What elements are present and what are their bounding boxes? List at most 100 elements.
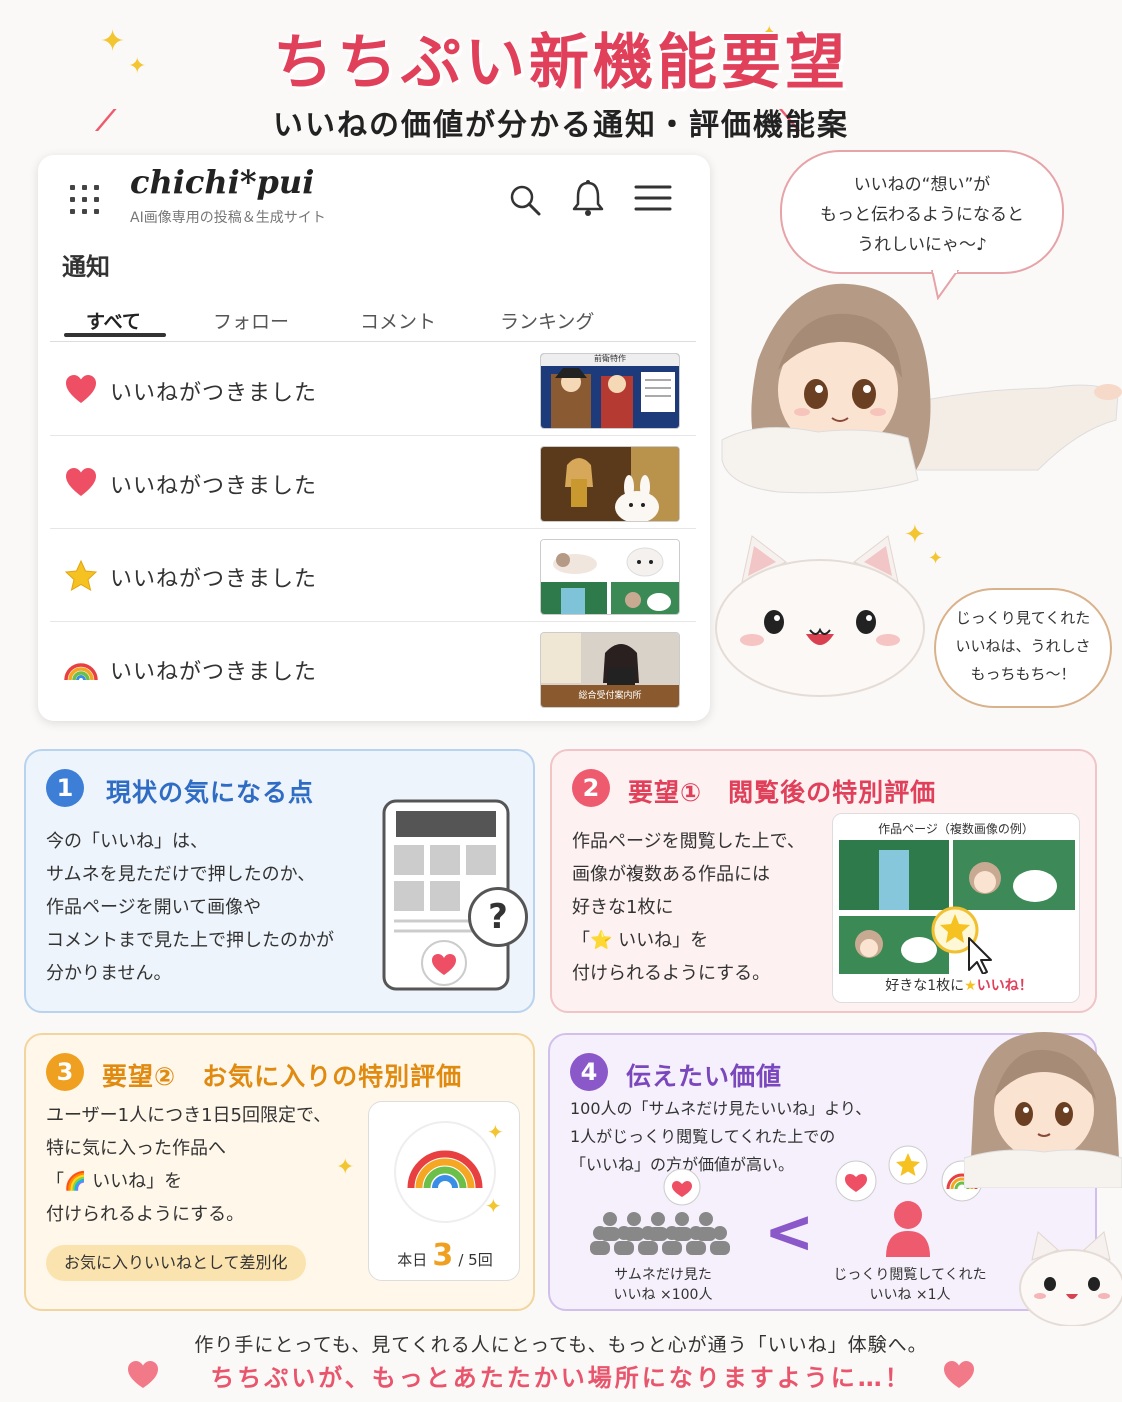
body-line: 100人の「サムネだけ見たいいね」より、 [570, 1099, 872, 1118]
sparkle-icon: ✦ [487, 1120, 504, 1144]
body-line: コメントまで見た上で押したのかが [46, 930, 334, 951]
current-issue-card: 1 現状の気になる点 今の「いいね」は、 サムネを見ただけで押したのか、 作品ペ… [24, 749, 535, 1013]
mochi-cat-illustration [715, 535, 925, 697]
tab-comment[interactable]: コメント [360, 307, 436, 334]
body-line: サムネを見ただけで押したのか、 [46, 864, 316, 885]
card-title: 要望① 閲覧後の特別評価 [628, 778, 937, 807]
girl-peeking-illustration [964, 1032, 1122, 1188]
note-text: 好きな1枚に [885, 978, 965, 994]
artwork-thumbnail[interactable] [540, 353, 680, 429]
heart-icon [64, 466, 98, 500]
step-number: 1 [46, 769, 84, 807]
body-line: 付けられるようにする。 [46, 1204, 245, 1225]
card-body: ユーザー1人につき1日5回限定で、 特に気に入った作品へ 「🌈 いいね」を 付け… [46, 1099, 331, 1231]
thumbnail-caption: 前衛特作 [594, 354, 626, 363]
bell-icon[interactable] [571, 179, 605, 221]
search-icon[interactable] [508, 183, 542, 221]
counter-text: 本日 3 / 5回 [369, 1238, 521, 1273]
girl-illustration [721, 283, 1122, 494]
body-line: 分かりません。 [46, 963, 172, 984]
body-line: 特に気に入った作品へ [46, 1138, 226, 1159]
body-line: 「⭐ いいね」を [572, 930, 709, 951]
tab-follow[interactable]: フォロー [213, 307, 289, 334]
notification-item[interactable]: いいねがつきました [50, 436, 696, 529]
body-line: 画像が複数ある作品には [572, 864, 770, 885]
comparison-symbol: < [764, 1197, 815, 1267]
body-line: 好きな1枚に [572, 897, 674, 918]
sparkle-icon: ✦ [336, 1155, 355, 1180]
example-caption: 作品ページ（複数画像の例） [878, 822, 1034, 836]
bubble-line: うれしいにゃ〜♪ [857, 235, 987, 255]
request-1-card: 2 要望① 閲覧後の特別評価 作品ページを閲覧した上で、 画像が複数ある作品には… [550, 749, 1097, 1013]
counter-label: 本日 [397, 1251, 428, 1269]
star-icon [64, 559, 98, 593]
card-body: 作品ページを閲覧した上で、 画像が複数ある作品には 好きな1枚に 「⭐ いいね」… [572, 825, 805, 990]
thumbnail-caption: 総合受付案内所 [578, 691, 642, 701]
artwork-thumbnail[interactable] [540, 539, 680, 615]
notification-item[interactable]: いいねがつきました [50, 529, 696, 622]
site-tagline: AI画像専用の投稿＆生成サイト [130, 210, 326, 226]
step-number: 3 [46, 1053, 84, 1091]
page-title: ちちぷい新機能要望 [273, 28, 849, 98]
notification-text: いいねがつきました [110, 660, 318, 685]
card-body: 今の「いいね」は、 サムネを見ただけで押したのか、 作品ページを開いて画像や コ… [46, 825, 334, 990]
bubble-line: じっくり見てくれた [955, 609, 1091, 627]
caption-line: いいね ×1人 [869, 1287, 951, 1303]
body-line: 1人がじっくり閲覧してくれた上での [570, 1127, 836, 1146]
artwork-page-example: 作品ページ（複数画像の例） 好きな1枚に★いいね！ [832, 813, 1080, 1003]
sparkle-icon: ✦ [485, 1194, 502, 1218]
active-tab-indicator [64, 333, 166, 337]
caption-line: じっくり閲覧してくれた [833, 1267, 987, 1283]
bubble-line: いいねの“想い”が [853, 175, 991, 195]
body-line: 作品ページを開いて画像や [46, 897, 262, 918]
heart-icon [64, 373, 98, 407]
bubble-line: もっと伝わるようになると [820, 205, 1024, 225]
page-subtitle: いいねの価値が分かる通知・評価機能案 [273, 108, 849, 143]
question-mark-icon: ? [468, 887, 528, 947]
rainbow-icon [64, 652, 98, 686]
artwork-thumbnail[interactable] [540, 446, 680, 522]
note-highlight: いいね！ [976, 978, 1033, 994]
tab-ranking[interactable]: ランキング [500, 307, 594, 334]
notification-item[interactable]: いいねがつきました 総合受付案内所 [50, 622, 696, 715]
app-grid-icon[interactable] [70, 185, 100, 215]
caption-line: いいね ×100人 [613, 1287, 713, 1303]
body-line: 付けられるようにする。 [572, 963, 771, 984]
sparkle-icon: ✦ [928, 548, 944, 569]
step-number: 4 [570, 1053, 608, 1091]
notification-text: いいねがつきました [110, 381, 318, 406]
divider [50, 341, 696, 342]
crowd-caption: サムネだけ見た いいね ×100人 [570, 1265, 756, 1305]
caption-line: サムネだけ見た [614, 1267, 712, 1283]
counter-total: / 5回 [458, 1251, 493, 1269]
tab-all[interactable]: すべて [86, 307, 141, 334]
notification-screen: chichi*pui AI画像専用の投稿＆生成サイト 通知 すべて フォロー コ… [38, 155, 710, 721]
hamburger-menu-icon[interactable] [634, 183, 672, 217]
counter-value: 3 [432, 1238, 454, 1273]
notification-heading: 通知 [62, 253, 110, 281]
body-line: 作品ページを閲覧した上で、 [572, 831, 805, 852]
bubble-line: もっちもち〜！ [970, 665, 1076, 683]
speech-bubble: じっくり見てくれた いいねは、うれしさ もっちもち〜！ [934, 588, 1112, 708]
small-mochi-cat-illustration [1019, 1231, 1122, 1326]
body-line: ユーザー1人につき1日5回限定で、 [46, 1105, 332, 1126]
single-person-caption: じっくり閲覧してくれた いいね ×1人 [820, 1265, 1000, 1305]
example-note: 好きな1枚に★いいね！ [847, 974, 1071, 998]
footer-message: 作り手にとっても、見てくれる人にとっても、もっと心が通う「いいね」体験へ。 [194, 1334, 928, 1356]
crowd-icon [590, 1168, 730, 1255]
daily-limit-counter: ✦ ✦ 本日 3 / 5回 [368, 1101, 520, 1281]
favorite-like-badge: お気に入りいいねとして差別化 [46, 1245, 306, 1281]
request-2-card: 3 要望② お気に入りの特別評価 ユーザー1人につき1日5回限定で、 特に気に入… [24, 1033, 535, 1311]
star-icon: ★ [964, 978, 977, 994]
body-line: 「🌈 いいね」を [46, 1171, 183, 1192]
site-logo[interactable]: chichi*pui [130, 163, 314, 201]
notification-text: いいねがつきました [110, 567, 318, 592]
card-title: 要望② お気に入りの特別評価 [102, 1062, 463, 1091]
speech-bubble: いいねの“想い”が もっと伝わるようになると うれしいにゃ〜♪ [780, 150, 1064, 274]
rainbow-icon [394, 1121, 496, 1223]
sparkle-icon: ✦ [904, 520, 926, 550]
card-title: 伝えたい価値 [626, 1062, 783, 1091]
notification-item[interactable]: いいねがつきました 前衛特作 [50, 343, 696, 436]
bubble-line: いいねは、うれしさ [955, 637, 1091, 655]
card-title: 現状の気になる点 [106, 778, 315, 807]
